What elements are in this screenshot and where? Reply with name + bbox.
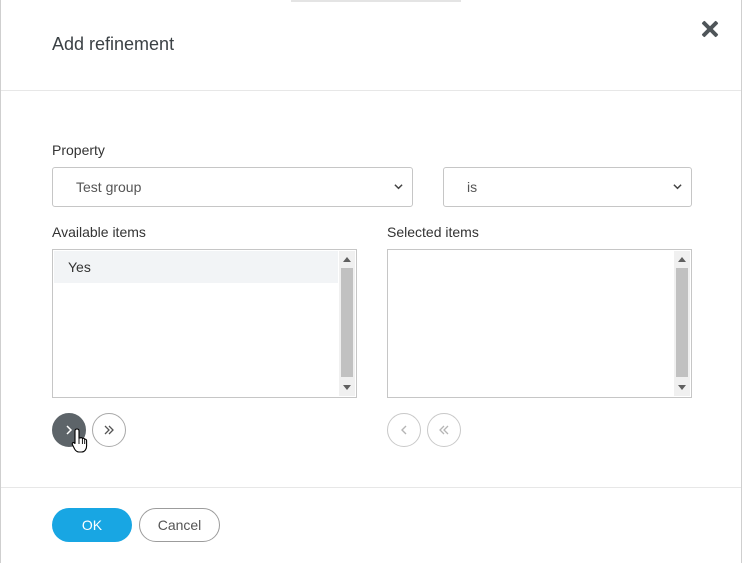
- hand-cursor-icon: [71, 428, 88, 453]
- property-select-value: Test group: [76, 179, 142, 195]
- close-icon[interactable]: [698, 17, 722, 41]
- operator-select[interactable]: is: [443, 167, 692, 207]
- scrollbar-thumb[interactable]: [676, 268, 688, 377]
- cancel-button[interactable]: Cancel: [139, 508, 220, 542]
- scroll-up-arrow-icon[interactable]: [678, 257, 686, 262]
- dialog-title: Add refinement: [52, 34, 175, 54]
- property-label: Property: [52, 142, 105, 158]
- available-items-label: Available items: [52, 224, 146, 240]
- scroll-up-arrow-icon[interactable]: [343, 257, 351, 262]
- selected-items-label: Selected items: [387, 224, 479, 240]
- chevron-down-icon: [673, 184, 682, 190]
- double-chevron-right-icon: [104, 425, 114, 435]
- scrollbar-thumb[interactable]: [341, 268, 353, 377]
- chevron-down-icon: [394, 184, 403, 190]
- selected-items-list[interactable]: [387, 249, 692, 398]
- move-all-right-button[interactable]: [92, 413, 126, 447]
- dialog-header: Add refinement: [1, 0, 741, 91]
- list-item[interactable]: Yes: [54, 251, 338, 283]
- move-left-button[interactable]: [387, 413, 421, 447]
- ok-button[interactable]: OK: [52, 508, 132, 542]
- operator-select-value: is: [467, 179, 478, 195]
- property-select[interactable]: Test group: [52, 167, 413, 207]
- double-chevron-left-icon: [439, 425, 449, 435]
- scroll-down-arrow-icon[interactable]: [678, 385, 686, 390]
- scroll-down-arrow-icon[interactable]: [343, 385, 351, 390]
- chevron-left-icon: [401, 425, 407, 435]
- move-all-left-button[interactable]: [427, 413, 461, 447]
- available-list-scrollbar[interactable]: [339, 251, 355, 396]
- add-refinement-dialog: Add refinement Property Test group is Av…: [0, 0, 742, 563]
- selected-list-scrollbar[interactable]: [674, 251, 690, 396]
- available-items-list[interactable]: Yes: [52, 249, 357, 398]
